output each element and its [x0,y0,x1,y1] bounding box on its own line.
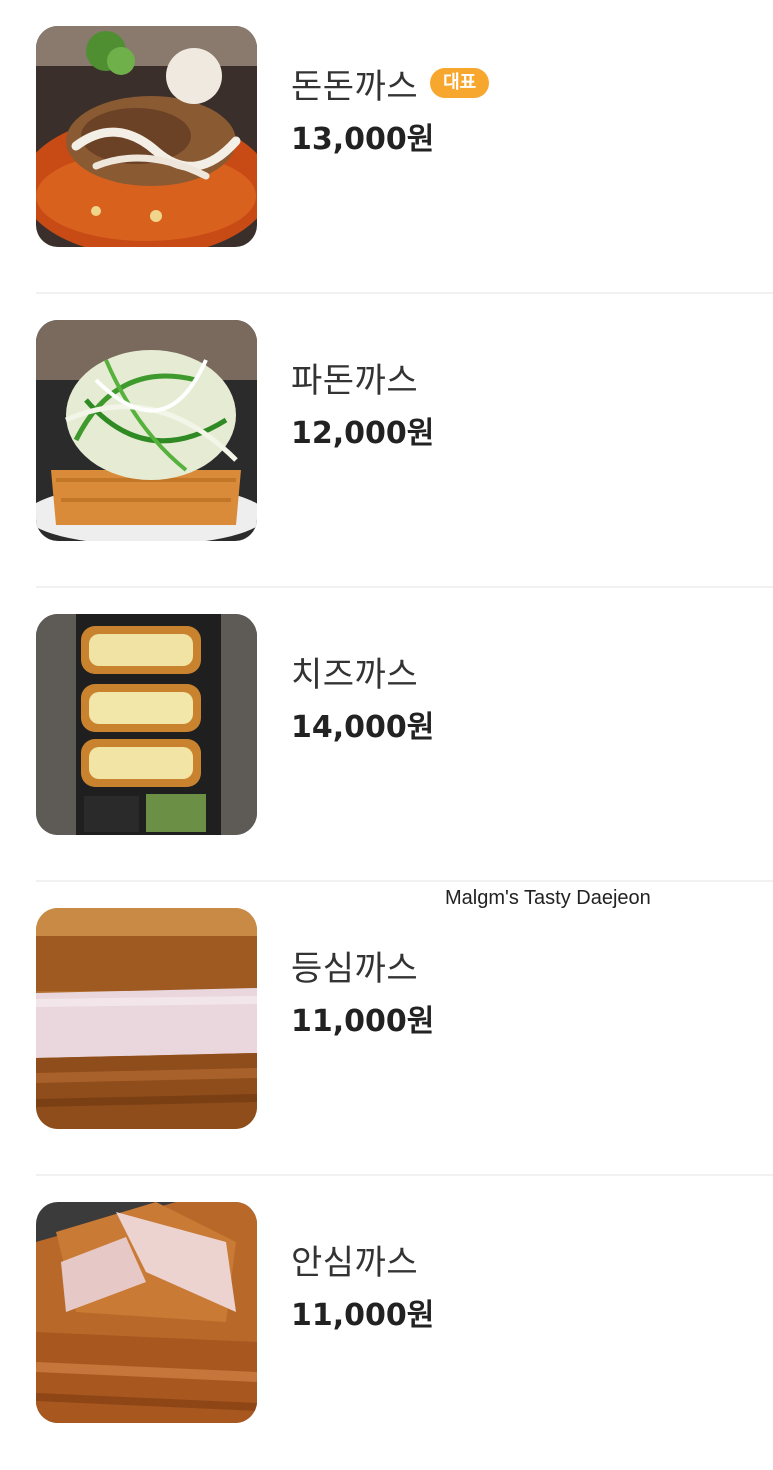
menu-item-name: 안심까스 [291,1242,419,1283]
menu-item-name-row: 안심까스 [291,1236,434,1283]
menu-item-photo [36,614,257,835]
menu-item-info: 돈돈까스 대표 13,000원 [291,60,490,158]
menu-item-price: 14,000원 [291,710,435,745]
menu-item-price: 11,000원 [291,1004,435,1039]
menu-item-name-row: 돈돈까스 대표 [291,60,490,107]
menu-item-info: 등심까스 11,000원 [291,942,434,1040]
menu-item-padonkatsu[interactable]: 파돈까스 12,000원 [36,294,773,588]
menu-item-price: 11,000원 [291,1298,435,1333]
menu-item-name-row: 치즈까스 [291,648,434,695]
signature-badge: 대표 [430,68,490,98]
watermark-text: Malgm's Tasty Daejeon [445,887,651,909]
menu-item-ansimkatsu[interactable]: 안심까스 11,000원 [36,1176,773,1470]
menu-item-photo [36,908,257,1129]
menu-list: 돈돈까스 대표 13,000원 파돈까스 12,000원 치즈까스 14,000… [0,0,773,1458]
menu-item-name: 파돈까스 [291,360,419,401]
menu-item-photo [36,320,257,541]
menu-item-info: 파돈까스 12,000원 [291,354,434,452]
menu-item-name: 등심까스 [291,948,419,989]
menu-item-name-row: 파돈까스 [291,354,434,401]
menu-item-name: 치즈까스 [291,654,419,695]
menu-item-price: 12,000원 [291,416,435,451]
menu-item-photo [36,1202,257,1423]
menu-item-info: 안심까스 11,000원 [291,1236,434,1334]
menu-item-info: 치즈까스 14,000원 [291,648,434,746]
menu-item-deungsimkatsu[interactable]: 등심까스 11,000원 [36,882,773,1176]
menu-item-photo [36,26,257,247]
menu-item-cheesekatsu[interactable]: 치즈까스 14,000원 [36,588,773,882]
menu-item-name-row: 등심까스 [291,942,434,989]
menu-item-name: 돈돈까스 [291,66,419,107]
menu-item-price: 13,000원 [291,122,435,157]
menu-item-dondonkatsu[interactable]: 돈돈까스 대표 13,000원 [36,0,773,294]
